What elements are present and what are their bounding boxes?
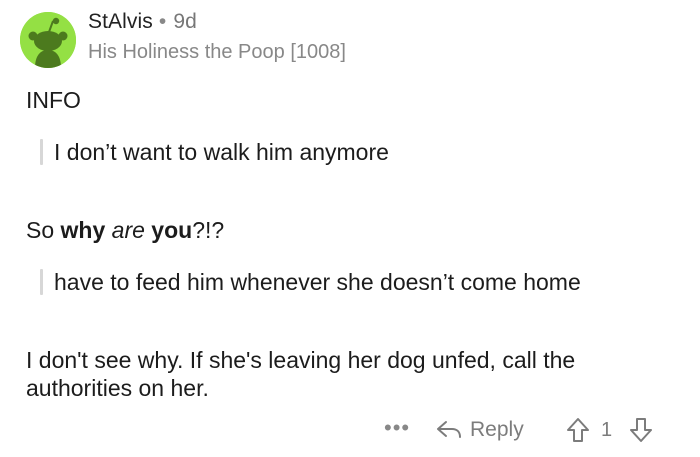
comment: StAlvis • 9d His Holiness the Poop [1008] … <box>0 0 700 457</box>
vote-score: 1 <box>601 419 613 441</box>
comment-meta: StAlvis • 9d <box>88 10 197 34</box>
comment-paragraph-final: I don't see why. If she's leaving her do… <box>26 346 575 402</box>
comment-age: 9d <box>173 10 197 33</box>
comment-paragraph-why: So why are you?!? <box>26 216 224 244</box>
bold-you-text: you <box>151 217 193 243</box>
user-flair: His Holiness the Poop [1008] <box>88 41 346 63</box>
final-line-1: I don't see why. If she's leaving her do… <box>26 347 576 373</box>
author-name[interactable]: StAlvis <box>88 10 153 33</box>
bold-why-text: why <box>60 217 106 243</box>
snoo-avatar-icon <box>20 12 76 68</box>
downvote-arrow-icon[interactable] <box>629 417 653 443</box>
reply-label: Reply <box>470 418 524 441</box>
ellipsis-icon[interactable]: ••• <box>384 413 410 443</box>
blockquote-2: have to feed him whenever she doesn’t co… <box>40 268 581 296</box>
why-prefix-text: So <box>26 217 61 243</box>
italic-are-text: are <box>111 217 145 243</box>
comment-paragraph-info: INFO <box>26 87 81 113</box>
reply-arrow-icon <box>437 421 461 438</box>
comment-actions: ••• Reply 1 <box>0 413 700 449</box>
user-avatar[interactable] <box>20 12 76 68</box>
meta-separator: • <box>158 10 167 33</box>
final-line-2: authorities on her. <box>26 375 209 401</box>
blockquote-1: I don’t want to walk him anymore <box>40 138 389 166</box>
upvote-arrow-icon[interactable] <box>566 417 590 443</box>
why-suffix-text: ?!? <box>192 217 225 243</box>
reply-button[interactable]: Reply <box>436 415 524 445</box>
